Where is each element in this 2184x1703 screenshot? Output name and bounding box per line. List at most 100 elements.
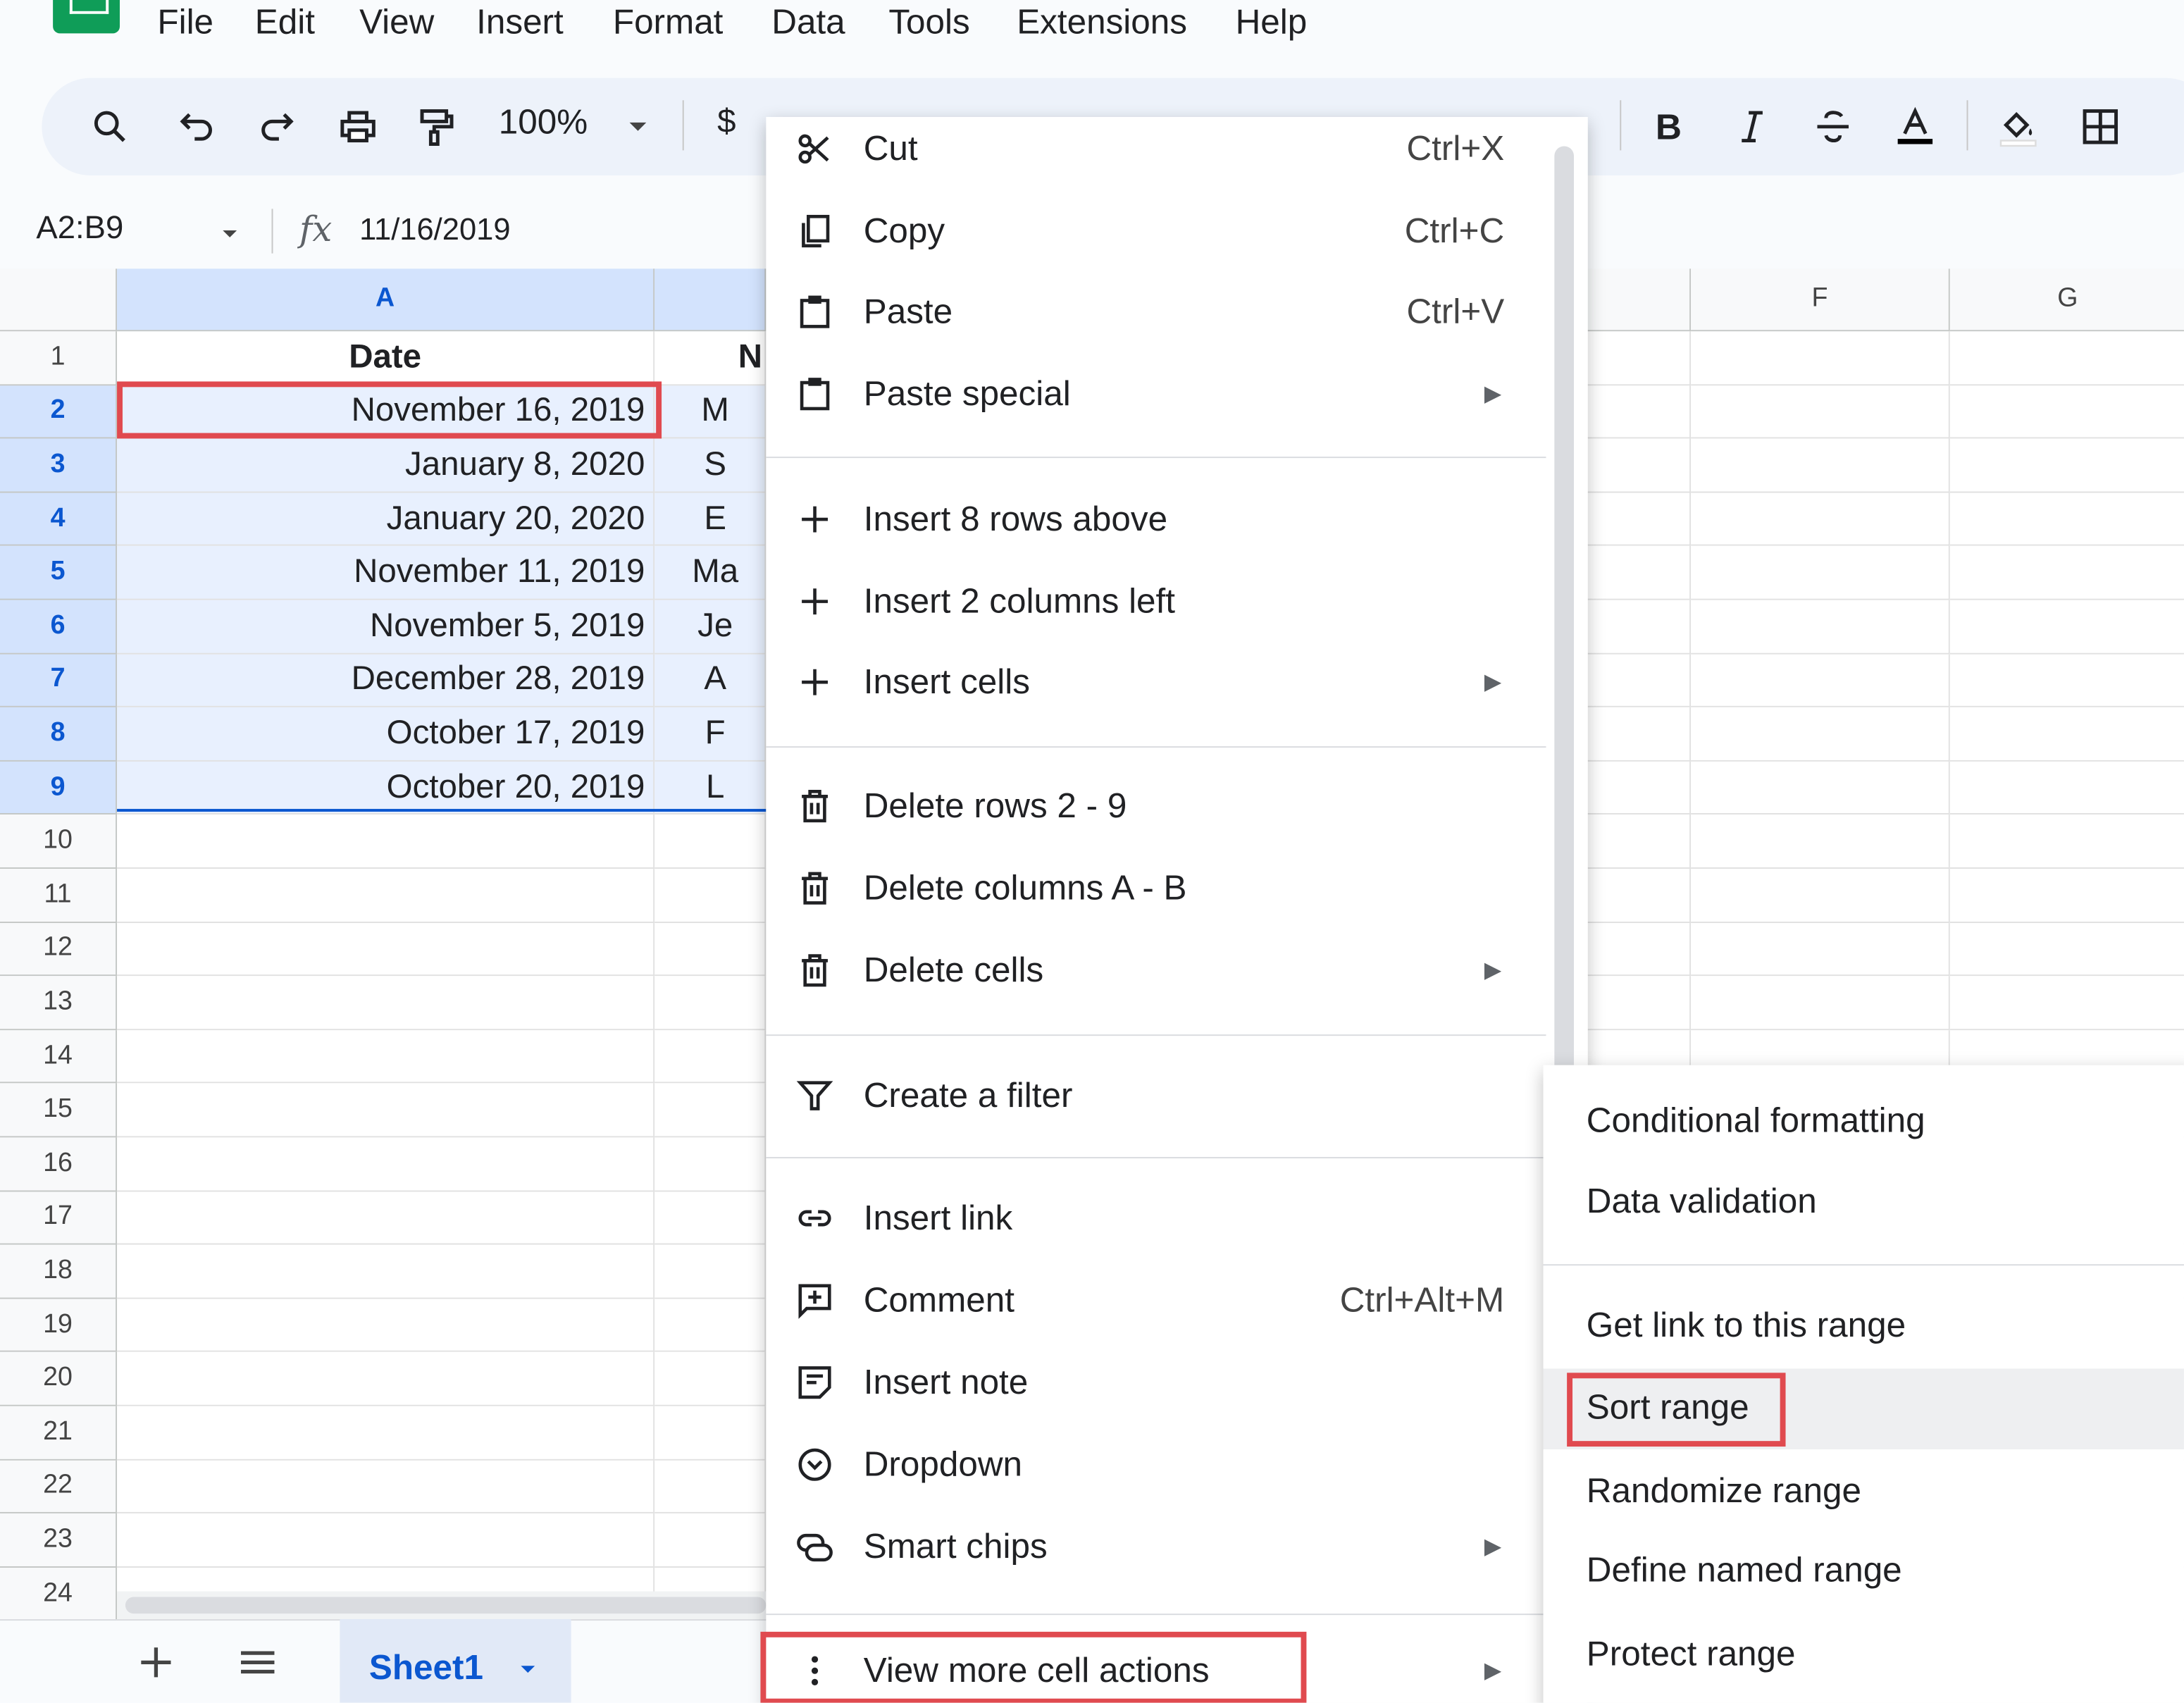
cell-f[interactable]	[1691, 922, 1950, 977]
cell-e[interactable]	[1584, 600, 1692, 654]
cell-a[interactable]	[117, 1513, 655, 1568]
row-header[interactable]: 18	[0, 1244, 118, 1299]
cell-g[interactable]	[1949, 976, 2184, 1030]
cell-f[interactable]	[1691, 331, 1950, 385]
cell-b[interactable]: A	[654, 653, 767, 708]
menu-item-cut[interactable]: Cut Ctrl+X	[766, 114, 1546, 184]
menu-edit[interactable]: Edit	[255, 3, 315, 43]
row-header[interactable]: 5	[0, 546, 118, 600]
horizontal-scrollbar[interactable]	[117, 1591, 772, 1620]
menu-format[interactable]: Format	[613, 3, 724, 43]
currency-button[interactable]: $	[717, 103, 736, 142]
row-header[interactable]: 7	[0, 653, 118, 708]
column-header-a[interactable]: A	[117, 268, 655, 332]
cell-g[interactable]	[1949, 546, 2184, 600]
cell-b[interactable]: L	[654, 761, 767, 815]
cell-b[interactable]	[654, 976, 767, 1030]
cell-g[interactable]	[1949, 600, 2184, 654]
menu-help[interactable]: Help	[1236, 3, 1308, 43]
row-header[interactable]: 3	[0, 438, 118, 493]
row-header[interactable]: 9	[0, 761, 118, 815]
bold-icon[interactable]: B	[1644, 97, 1694, 156]
cell-b[interactable]: N	[654, 331, 767, 385]
submenu-item-get-link[interactable]: Get link to this range	[1544, 1287, 2184, 1365]
row-header[interactable]: 10	[0, 815, 118, 869]
chevron-down-icon[interactable]	[214, 220, 244, 248]
chevron-down-icon[interactable]	[513, 1655, 543, 1683]
menu-item-insert-note[interactable]: Insert note	[766, 1348, 1546, 1418]
paint-format-icon[interactable]	[412, 97, 459, 156]
cell-a[interactable]	[117, 1029, 655, 1084]
formula-input[interactable]: 11/16/2019	[359, 211, 510, 247]
cell-f[interactable]	[1691, 600, 1950, 654]
cell-e[interactable]	[1584, 869, 1692, 923]
cell-b[interactable]: Je	[654, 600, 767, 654]
search-icon[interactable]	[87, 97, 134, 156]
chevron-down-icon[interactable]	[621, 97, 654, 156]
cell-b[interactable]: M	[654, 385, 767, 439]
cell-g[interactable]	[1949, 761, 2184, 815]
cell-a[interactable]	[117, 922, 655, 977]
cell-e[interactable]	[1584, 815, 1692, 869]
menu-item-create-filter[interactable]: Create a filter	[766, 1061, 1546, 1131]
menu-item-insert-cells[interactable]: Insert cells ▶	[766, 648, 1546, 717]
row-header[interactable]: 16	[0, 1137, 118, 1191]
row-header[interactable]: 4	[0, 493, 118, 547]
cell-a[interactable]	[117, 1191, 655, 1245]
menu-tools[interactable]: Tools	[888, 3, 969, 43]
row-header[interactable]: 22	[0, 1460, 118, 1514]
cell-f[interactable]	[1691, 707, 1950, 762]
cell-g[interactable]	[1949, 922, 2184, 977]
row-header[interactable]: 2	[0, 385, 118, 439]
cell-f[interactable]	[1691, 493, 1950, 547]
row-header[interactable]: 23	[0, 1513, 118, 1568]
row-header[interactable]: 24	[0, 1567, 118, 1621]
submenu-item-randomize-range[interactable]: Randomize range	[1544, 1452, 2184, 1530]
cell-a[interactable]	[117, 1406, 655, 1461]
menu-item-delete-columns[interactable]: Delete columns A - B	[766, 853, 1546, 923]
cell-a[interactable]: October 17, 2019	[117, 707, 655, 762]
cell-e[interactable]	[1584, 707, 1692, 762]
cell-a[interactable]	[117, 1460, 655, 1514]
column-header-e[interactable]	[1584, 268, 1692, 332]
cell-f[interactable]	[1691, 546, 1950, 600]
cell-e[interactable]	[1584, 761, 1692, 815]
column-header-b[interactable]	[654, 268, 767, 332]
row-header[interactable]: 12	[0, 922, 118, 977]
row-header[interactable]: 15	[0, 1084, 118, 1138]
row-header[interactable]: 13	[0, 976, 118, 1030]
cell-b[interactable]: Ma	[654, 546, 767, 600]
cell-a[interactable]: January 20, 2020	[117, 493, 655, 547]
cell-e[interactable]	[1584, 493, 1692, 547]
cell-a[interactable]	[117, 976, 655, 1030]
text-color-icon[interactable]	[1886, 97, 1944, 156]
cell-a[interactable]: December 28, 2019	[117, 653, 655, 708]
cell-e[interactable]	[1584, 546, 1692, 600]
row-header[interactable]: 8	[0, 707, 118, 762]
cell-a[interactable]	[117, 1137, 655, 1191]
cell-b[interactable]	[654, 1029, 767, 1084]
cell-f[interactable]	[1691, 653, 1950, 708]
cell-g[interactable]	[1949, 331, 2184, 385]
row-header[interactable]: 14	[0, 1029, 118, 1084]
row-header[interactable]: 17	[0, 1191, 118, 1245]
cell-e[interactable]	[1584, 385, 1692, 439]
menu-item-insert-rows-above[interactable]: Insert 8 rows above	[766, 485, 1546, 555]
menu-item-paste[interactable]: Paste Ctrl+V	[766, 277, 1546, 347]
row-header[interactable]: 20	[0, 1352, 118, 1406]
cell-b[interactable]	[654, 1352, 767, 1406]
redo-icon[interactable]	[254, 97, 301, 156]
name-box[interactable]: A2:B9	[36, 209, 123, 246]
cell-b[interactable]: F	[654, 707, 767, 762]
cell-a[interactable]: January 8, 2020	[117, 438, 655, 493]
cell-b[interactable]	[654, 1244, 767, 1299]
zoom-select[interactable]: 100%	[499, 103, 588, 143]
cell-b[interactable]	[654, 815, 767, 869]
sheet-tab-sheet1[interactable]: Sheet1	[340, 1619, 571, 1703]
menu-insert[interactable]: Insert	[476, 3, 564, 43]
strikethrough-icon[interactable]	[1808, 97, 1858, 156]
menu-extensions[interactable]: Extensions	[1017, 3, 1187, 43]
cell-a[interactable]	[117, 1299, 655, 1353]
cell-g[interactable]	[1949, 385, 2184, 439]
column-header-f[interactable]: F	[1691, 268, 1950, 332]
